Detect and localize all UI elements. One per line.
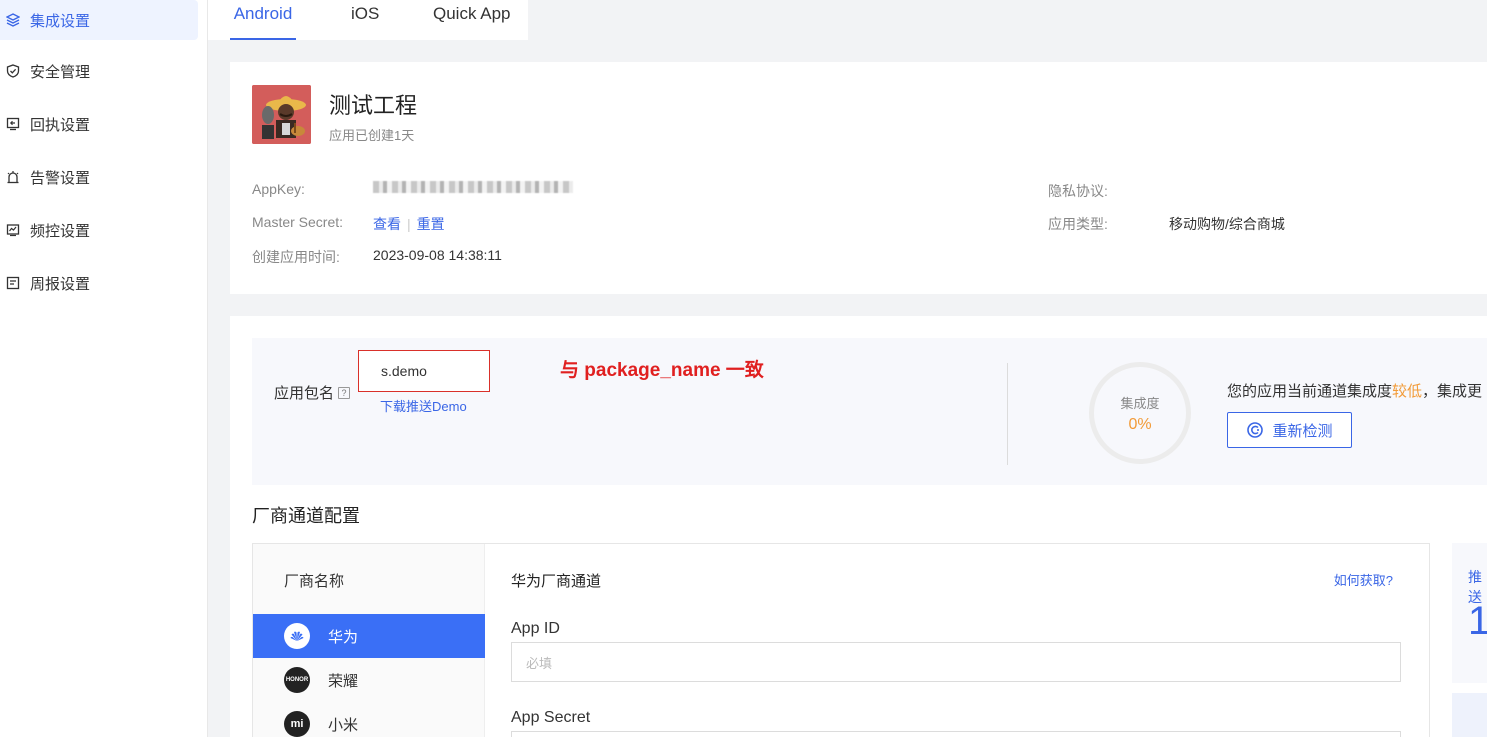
package-name-input[interactable]: s.demo: [358, 350, 490, 392]
reset-secret-link[interactable]: 重置: [417, 216, 445, 232]
recheck-label: 重新检测: [1272, 422, 1333, 440]
annotation-note: 与 package_name 一致: [560, 360, 764, 381]
vendor-label: 华为: [328, 628, 359, 646]
app-type-label: 应用类型:: [1048, 216, 1108, 232]
sidebar-item-receipt[interactable]: 回执设置: [0, 103, 198, 145]
refresh-icon: [1247, 422, 1264, 438]
sidebar-item-frequency[interactable]: 频控设置: [0, 209, 198, 251]
help-icon[interactable]: ?: [338, 386, 351, 399]
tab-bar-spacer: [528, 0, 1487, 40]
tab-quick-app[interactable]: Quick App: [433, 0, 511, 40]
status-suffix: ，集成更: [1422, 383, 1483, 400]
vendor-form: 华为厂商通道 如何获取? App ID 必填 App Secret: [485, 544, 1429, 737]
master-secret-label: Master Secret:: [252, 214, 344, 230]
sidebar-item-label: 安全管理: [30, 63, 91, 81]
app-logo: [252, 85, 311, 144]
tab-android[interactable]: Android: [230, 0, 296, 40]
how-to-get-link[interactable]: 如何获取?: [1334, 570, 1393, 589]
package-label-text: 应用包名: [274, 385, 335, 402]
huawei-icon: [284, 623, 310, 649]
sidebar-item-label: 回执设置: [30, 116, 91, 134]
side-panel-stub: [1452, 693, 1487, 737]
shield-icon: [6, 64, 20, 78]
appkey-value-redacted: [373, 181, 573, 193]
vendor-item-xiaomi[interactable]: mi 小米: [253, 702, 485, 737]
download-demo-link[interactable]: 下载推送Demo: [380, 396, 467, 415]
view-secret-link[interactable]: 查看: [373, 216, 401, 232]
vendor-list: 厂商名称 华为 HONOR 荣耀 mi 小米: [253, 544, 485, 737]
package-name-label: 应用包名 ?: [274, 382, 351, 403]
report-icon: [6, 276, 20, 290]
gauge-value: 0%: [1128, 415, 1152, 433]
vendor-config-box: 厂商名称 华为 HONOR 荣耀 mi 小米 华为厂商通道 如何获取? App …: [252, 543, 1430, 737]
sidebar-item-integration[interactable]: 集成设置: [0, 0, 198, 40]
app-id-input[interactable]: 必填: [511, 642, 1401, 682]
master-secret-actions: 查看 | 重置: [373, 214, 445, 234]
vendor-label: 小米: [328, 716, 359, 734]
sidebar-item-label: 周报设置: [30, 275, 91, 293]
package-panel: 应用包名 ? s.demo 下载推送Demo 与 package_name 一致…: [252, 338, 1487, 485]
integration-gauge: 集成度 0%: [1089, 362, 1191, 464]
created-time-value: 2023-09-08 14:38:11: [373, 247, 502, 263]
tab-ios[interactable]: iOS: [351, 0, 379, 40]
sidebar-item-report[interactable]: 周报设置: [0, 262, 198, 304]
sidebar: 集成设置 安全管理 回执设置 告警设置 频控设置 周报设置: [0, 0, 208, 737]
push-stats-value: 1: [1468, 599, 1487, 643]
status-prefix: 您的应用当前通道集成度: [1227, 383, 1393, 400]
xiaomi-icon: mi: [284, 711, 310, 737]
gauge-label: 集成度: [1120, 395, 1160, 411]
sidebar-item-security[interactable]: 安全管理: [0, 50, 198, 92]
vendor-item-honor[interactable]: HONOR 荣耀: [253, 658, 485, 702]
link-separator: |: [407, 216, 411, 232]
integration-card: 应用包名 ? s.demo 下载推送Demo 与 package_name 一致…: [230, 316, 1487, 737]
status-level: 较低: [1392, 383, 1423, 400]
vendor-label: 荣耀: [328, 672, 359, 690]
sidebar-item-label: 频控设置: [30, 222, 91, 240]
recheck-button[interactable]: 重新检测: [1227, 412, 1352, 448]
app-type-value: 移动购物/综合商城: [1169, 216, 1285, 232]
vendor-form-title: 华为厂商通道: [511, 573, 602, 590]
push-stats-card: 推送 1: [1452, 543, 1487, 683]
sidebar-item-label: 告警设置: [30, 169, 91, 187]
sidebar-item-alarm[interactable]: 告警设置: [0, 156, 198, 198]
privacy-label: 隐私协议:: [1048, 183, 1108, 199]
app-name: 测试工程: [329, 93, 418, 118]
app-created-days: 应用已创建1天: [329, 128, 415, 143]
app-secret-label: App Secret: [511, 709, 591, 726]
app-info-card: 测试工程 应用已创建1天 AppKey: Master Secret: 查看 | 重…: [230, 62, 1487, 294]
app-id-label: App ID: [511, 620, 560, 637]
layers-icon: [6, 13, 20, 27]
vendor-list-header: 厂商名称: [284, 573, 345, 590]
honor-icon: HONOR: [284, 667, 310, 693]
appkey-label: AppKey:: [252, 181, 305, 197]
alarm-icon: [6, 170, 20, 184]
sidebar-item-label: 集成设置: [30, 12, 91, 30]
frequency-icon: [6, 223, 20, 237]
app-secret-input[interactable]: [511, 731, 1401, 737]
vendor-item-huawei[interactable]: 华为: [253, 614, 485, 658]
integration-status-text: 您的应用当前通道集成度较低，集成更: [1227, 380, 1482, 401]
divider: [1007, 363, 1008, 465]
receipt-icon: [6, 117, 20, 131]
created-time-label: 创建应用时间:: [252, 249, 340, 265]
platform-tabs: Android iOS Quick App: [208, 0, 528, 40]
vendor-section-title: 厂商通道配置: [252, 506, 360, 526]
